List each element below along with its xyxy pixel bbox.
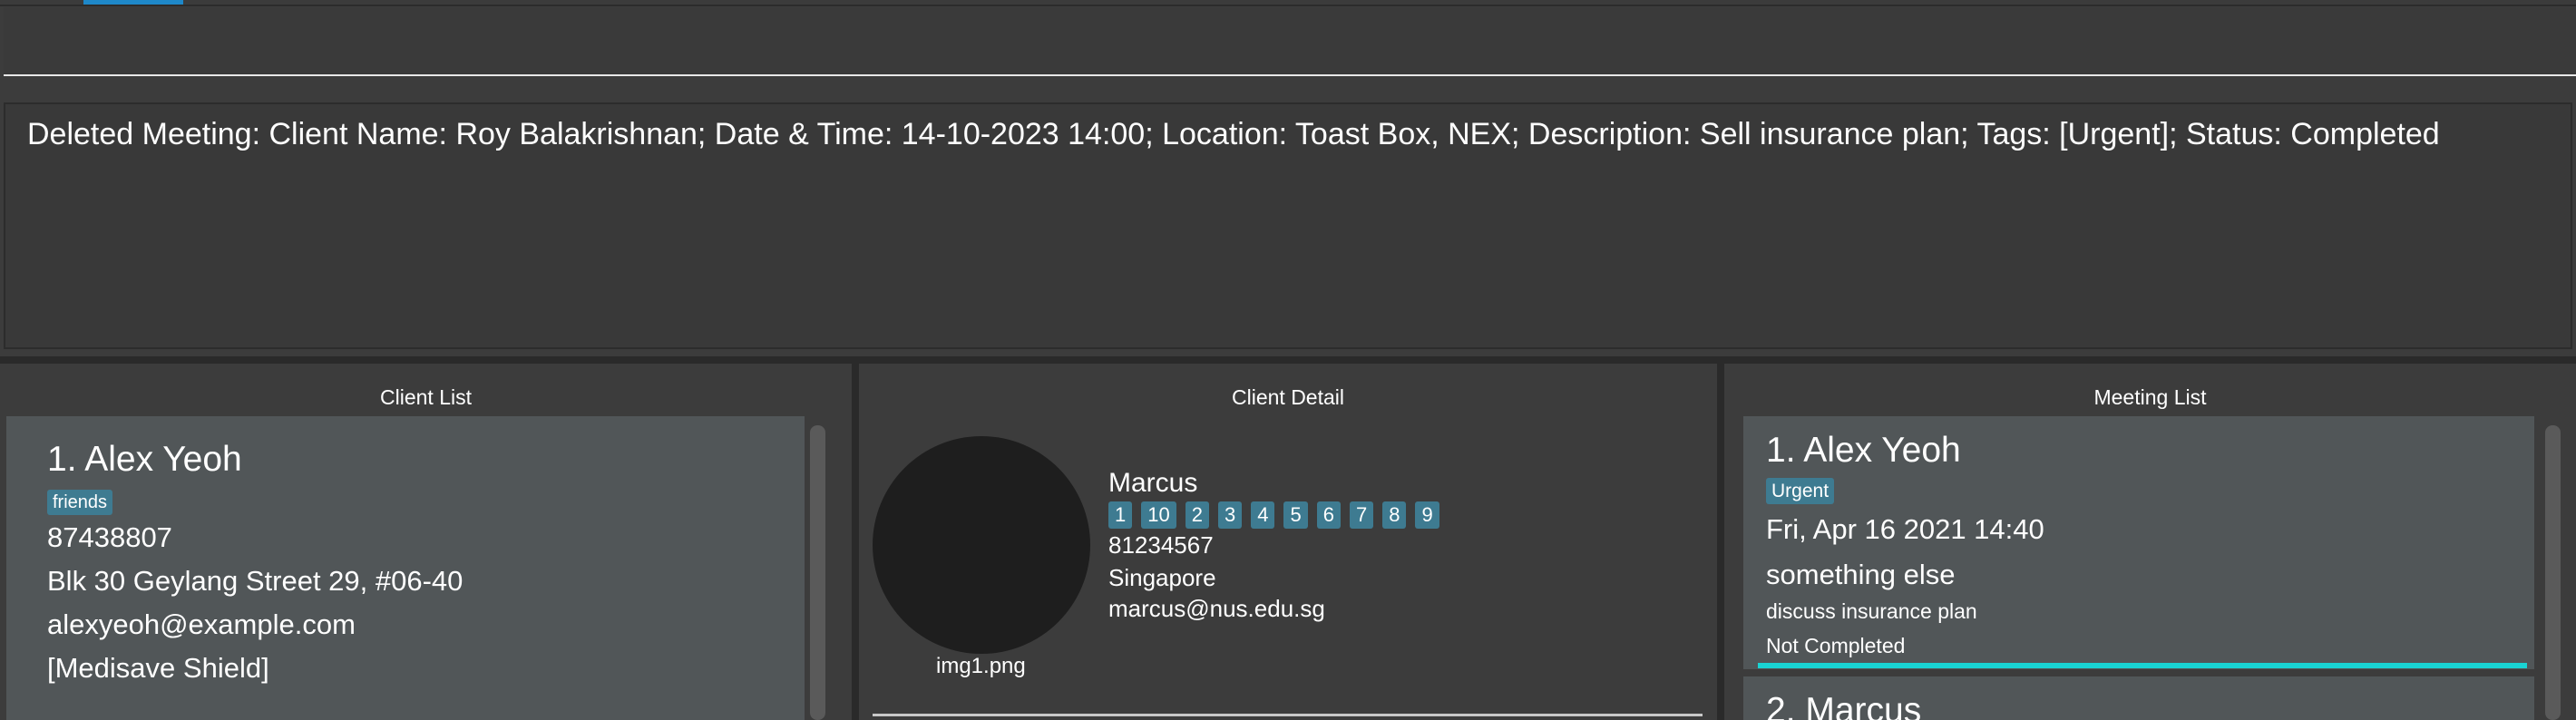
meeting-client-name: 2. Marcus	[1766, 691, 1922, 720]
detail-address: Singapore	[1108, 564, 1216, 591]
client-list-scrollbar[interactable]	[810, 425, 825, 720]
client-policies: [Medisave Shield]	[47, 652, 269, 684]
detail-tag: 5	[1283, 501, 1308, 529]
client-phone: 87438807	[47, 521, 172, 553]
detail-tag: 1	[1108, 501, 1133, 529]
result-text: Deleted Meeting: Client Name: Roy Balakr…	[27, 117, 2440, 151]
client-detail-title: Client Detail	[1232, 385, 1344, 409]
meeting-list-title: Meeting List	[2093, 385, 2207, 409]
client-address: Blk 30 Geylang Street 29, #06-40	[47, 565, 463, 597]
meeting-tag: Urgent	[1766, 478, 1835, 504]
detail-tag: 10	[1141, 501, 1176, 529]
avatar-caption: img1.png	[936, 654, 1026, 678]
result-display[interactable]: Deleted Meeting: Client Name: Roy Balakr…	[4, 102, 2572, 349]
detail-tag: 8	[1382, 501, 1407, 529]
meeting-datetime: Fri, Apr 16 2021 14:40	[1766, 513, 2044, 545]
detail-phone: 81234567	[1108, 531, 1214, 559]
selection-underline	[1758, 663, 2527, 668]
client-name: 1. Alex Yeoh	[47, 440, 242, 479]
detail-separator	[873, 714, 1703, 716]
client-avatar	[873, 436, 1090, 654]
command-underline	[4, 74, 2576, 76]
detail-tags: 1 10 2 3 4 5 6 7 8 9	[1108, 501, 1439, 529]
panel-divider-1[interactable]	[852, 364, 859, 720]
meeting-status: Not Completed	[1766, 634, 1906, 657]
client-email: alexyeoh@example.com	[47, 608, 356, 640]
split-divider[interactable]	[0, 356, 2576, 364]
meeting-list-scrollbar[interactable]	[2545, 425, 2561, 720]
detail-tag: 9	[1415, 501, 1439, 529]
detail-tag: 4	[1251, 501, 1275, 529]
panel-divider-2[interactable]	[1717, 364, 1724, 720]
command-input[interactable]	[4, 7, 2576, 74]
client-list-title: Client List	[380, 385, 472, 409]
client-tag: friends	[47, 490, 113, 515]
meeting-description: discuss insurance plan	[1766, 599, 1977, 623]
detail-tag: 2	[1185, 501, 1209, 529]
menu-bar	[0, 0, 2576, 6]
meeting-card[interactable]: 2. Marcus	[1743, 676, 2534, 720]
command-box[interactable]	[4, 7, 2576, 76]
menu-divider	[0, 5, 2576, 6]
detail-tag: 7	[1349, 501, 1374, 529]
detail-name: Marcus	[1108, 468, 1198, 498]
detail-tag: 6	[1316, 501, 1341, 529]
detail-tag: 3	[1217, 501, 1243, 529]
meeting-card-selected[interactable]: 1. Alex Yeoh Urgent Fri, Apr 16 2021 14:…	[1743, 416, 2534, 669]
client-card[interactable]: 1. Alex Yeoh friends 87438807 Blk 30 Gey…	[6, 416, 805, 720]
detail-email: marcus@nus.edu.sg	[1108, 595, 1325, 622]
meeting-client-name: 1. Alex Yeoh	[1766, 431, 1961, 470]
meeting-location: something else	[1766, 559, 1956, 590]
